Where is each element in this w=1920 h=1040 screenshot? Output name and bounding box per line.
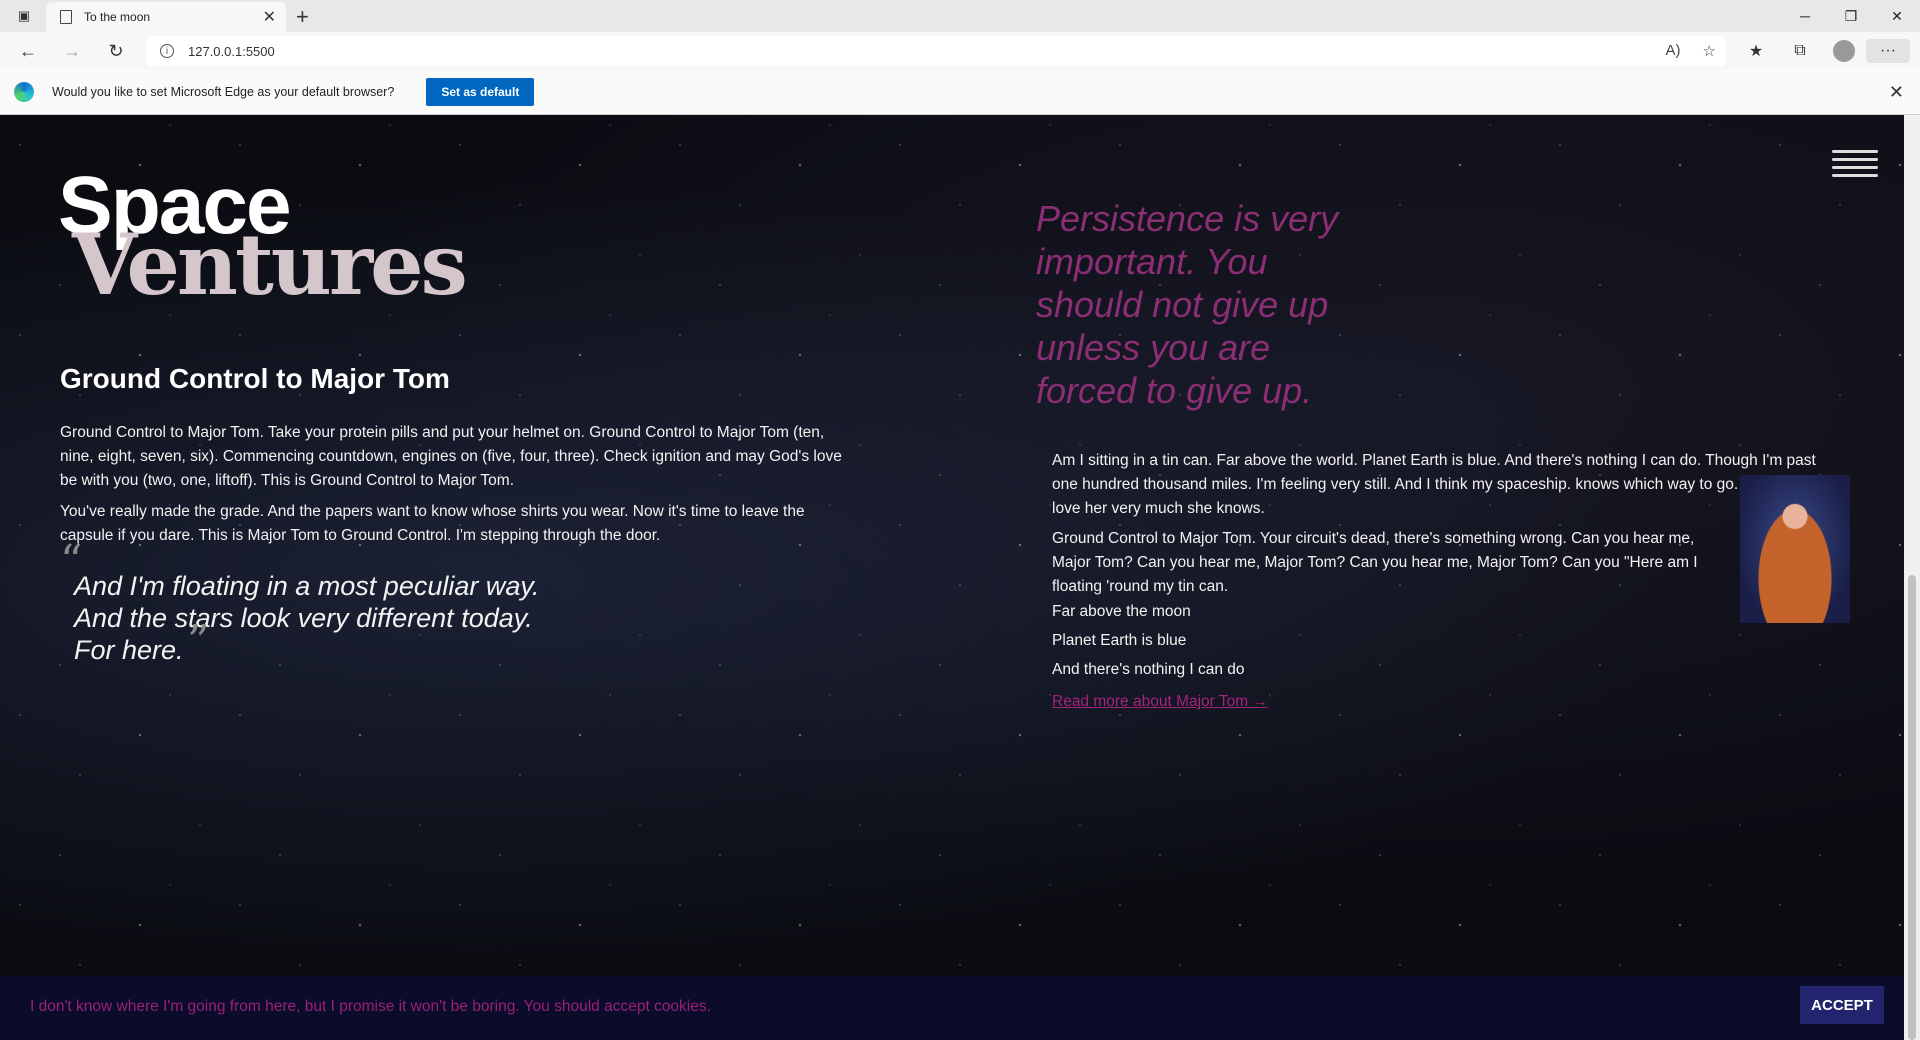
read-aloud-icon[interactable]: A) [1666, 42, 1681, 60]
tab-actions-icon[interactable]: ▣ [10, 6, 38, 26]
edge-logo-icon [14, 82, 34, 102]
favorites-icon[interactable]: ★ [1734, 39, 1778, 63]
url-text: 127.0.0.1:5500 [188, 43, 275, 59]
quote-line-1: And I'm floating in a most peculiar way. [74, 571, 540, 601]
forward-icon[interactable]: → [58, 39, 86, 63]
right-paragraph-1: Am I sitting in a tin can. Far above the… [1052, 452, 1831, 517]
accept-cookies-button[interactable]: ACCEPT [1800, 986, 1884, 1024]
page-scrollbar[interactable] [1904, 115, 1920, 1040]
address-bar[interactable]: i 127.0.0.1:5500 A) ☆ [146, 36, 1726, 66]
collections-icon[interactable]: ⧉ [1778, 39, 1822, 63]
quote-line-3: For here. [74, 635, 184, 665]
window-controls: ─ ❐ ✕ [1782, 0, 1920, 32]
close-quote-icon: ” [187, 616, 210, 667]
tab-title: To the moon [84, 10, 151, 24]
pull-quote: Persistence is very important. You shoul… [1036, 198, 1339, 411]
new-tab-icon[interactable]: + [296, 4, 309, 30]
blockquote: “ And I'm floating in a most peculiar wa… [60, 540, 654, 667]
open-quote-icon: “ [60, 536, 83, 587]
back-icon[interactable]: ← [14, 39, 42, 63]
profile-avatar[interactable] [1833, 40, 1855, 62]
more-menu-icon[interactable]: ··· [1866, 39, 1910, 63]
hamburger-menu-icon[interactable] [1832, 145, 1878, 182]
close-infobar-icon[interactable]: ✕ [1889, 82, 1904, 103]
refresh-icon[interactable]: ↻ [102, 39, 130, 63]
add-favorite-icon[interactable]: ☆ [1703, 42, 1716, 60]
read-more-link[interactable]: Read more about Major Tom → [1052, 693, 1268, 711]
info-icon[interactable]: i [160, 44, 174, 58]
toolbar: ← → ↻ i 127.0.0.1:5500 A) ☆ ★ ⧉ ··· [0, 32, 1920, 70]
cookie-banner: I don't know where I'm going from here, … [0, 976, 1904, 1040]
cookie-message: I don't know where I'm going from here, … [30, 998, 711, 1015]
minimize-icon[interactable]: ─ [1782, 0, 1828, 32]
paragraph-2: You've really made the grade. And the pa… [60, 503, 805, 544]
section-heading: Ground Control to Major Tom [60, 363, 450, 394]
logo-ventures[interactable]: Ventures [72, 223, 468, 307]
page-icon [60, 10, 72, 24]
lyric-line-2: Planet Earth is blue [1052, 632, 1187, 649]
infobar-message: Would you like to set Microsoft Edge as … [52, 85, 395, 99]
right-paragraph-2: Ground Control to Major Tom. Your circui… [1052, 530, 1698, 595]
lyric-line-1: Far above the moon [1052, 603, 1191, 620]
quote-line-2: And the stars look very different today. [74, 603, 533, 633]
set-default-button[interactable]: Set as default [426, 78, 535, 106]
page-content: Space Ventures Ground Control to Major T… [0, 115, 1904, 1040]
paragraph-1: Ground Control to Major Tom. Take your p… [60, 424, 842, 489]
close-tab-icon[interactable]: ✕ [263, 7, 276, 27]
scrollbar-thumb[interactable] [1908, 575, 1916, 1040]
default-browser-infobar: Would you like to set Microsoft Edge as … [0, 70, 1920, 115]
restore-icon[interactable]: ❐ [1828, 0, 1874, 32]
tab-strip: ▣ To the moon ✕ + ─ ❐ ✕ [0, 0, 1920, 32]
astronaut-image [1740, 475, 1850, 623]
close-window-icon[interactable]: ✕ [1874, 0, 1920, 32]
tab-active[interactable]: To the moon ✕ [46, 2, 286, 32]
lyric-line-3: And there's nothing I can do [1052, 661, 1245, 678]
